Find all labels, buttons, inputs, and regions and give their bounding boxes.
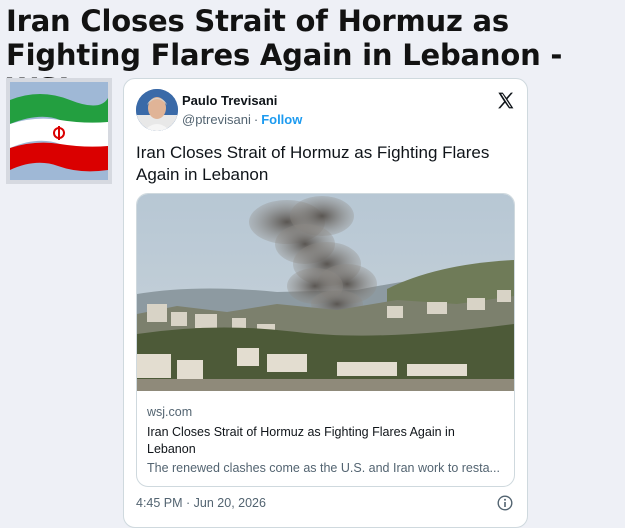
info-icon[interactable]: [497, 495, 513, 511]
card-description: The renewed clashes come as the U.S. and…: [147, 461, 500, 475]
tweet-text: Iran Closes Strait of Hormuz as Fighting…: [136, 143, 490, 184]
author-meta: @ptrevisani · Follow: [182, 112, 302, 127]
card-title[interactable]: Iran Closes Strait of Hormuz as Fighting…: [147, 424, 497, 458]
x-logo-icon[interactable]: [496, 91, 515, 110]
avatar[interactable]: [136, 89, 178, 131]
link-card[interactable]: wsj.com Iran Closes Strait of Hormuz as …: [136, 193, 515, 487]
separator-dot: ·: [253, 112, 259, 127]
card-image[interactable]: [137, 194, 514, 391]
card-domain[interactable]: wsj.com: [147, 405, 192, 419]
author-handle[interactable]: @ptrevisani: [182, 112, 251, 127]
follow-button[interactable]: Follow: [261, 112, 302, 127]
iran-flag-icon: [10, 82, 108, 180]
smoke-over-town-photo: [137, 194, 514, 391]
tweet-timestamp[interactable]: 4:45 PM · Jun 20, 2026: [136, 496, 266, 510]
author-name[interactable]: Paulo Trevisani: [182, 93, 277, 108]
thumbnail[interactable]: [6, 78, 112, 184]
embedded-tweet[interactable]: Paulo Trevisani @ptrevisani · Follow Iran …: [123, 78, 528, 528]
